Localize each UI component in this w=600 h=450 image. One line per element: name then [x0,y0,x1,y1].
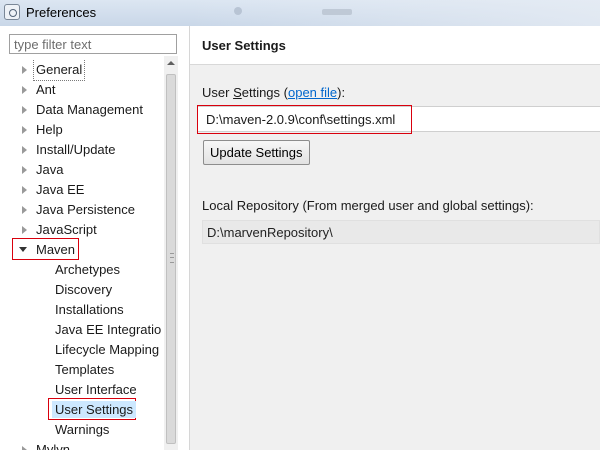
tree-item-installations[interactable]: Installations [8,300,158,320]
tree-item-label: Mylyn [36,442,70,450]
tree-item-label: Java [36,162,64,177]
scroll-up-arrow-icon[interactable] [164,56,178,70]
tree-scrollbar[interactable] [164,56,178,450]
preferences-tree-pane: General Ant Data Management Help Install… [0,26,190,450]
title-bar-background [190,0,600,26]
tree-item-install-update[interactable]: Install/Update [8,140,158,160]
collapse-arrow-icon[interactable] [19,247,27,252]
tree-item-label: Ant [36,82,56,97]
tree-item-label: Java EE Integration [55,322,162,337]
tree-item-label: Install/Update [36,142,116,157]
tree-item-label: User Interface [55,382,137,397]
window-title: Preferences [26,5,97,20]
tree-item-label: General [32,60,86,81]
settings-page: User Settings User Settings (open file):… [190,26,600,450]
preferences-tree: General Ant Data Management Help Install… [8,60,162,450]
tree-item-user-settings[interactable]: User Settings [48,398,137,420]
tree-item-label: Templates [55,362,115,377]
tree-item-general[interactable]: General [8,60,158,81]
tree-item-archetypes[interactable]: Archetypes [8,260,158,280]
expand-arrow-icon[interactable] [22,126,27,134]
tree-item-warnings[interactable]: Warnings [8,420,158,440]
page-title: User Settings [202,38,286,53]
tree-item-label: Java Persistence [36,202,135,217]
expand-arrow-icon[interactable] [22,186,27,194]
title-bar: Preferences [0,0,600,27]
expand-arrow-icon[interactable] [22,226,27,234]
tree-item-java-ee-integration[interactable]: Java EE Integration [8,320,162,340]
expand-arrow-icon[interactable] [22,146,27,154]
grip-icon [170,253,174,263]
expand-arrow-icon[interactable] [22,106,27,114]
local-repository-field: D:\marvenRepository\ [202,220,600,244]
tree-item-templates[interactable]: Templates [8,360,158,380]
background-blur-icon [234,7,242,15]
tree-item-javascript[interactable]: JavaScript [8,220,158,240]
background-blur-text [322,9,352,15]
tree-item-label: Discovery [55,282,113,297]
tree-item-user-interface[interactable]: User Interface [8,380,158,400]
expand-arrow-icon[interactable] [22,86,27,94]
tree-item-ant[interactable]: Ant [8,80,158,100]
update-settings-button[interactable]: Update Settings [203,140,310,165]
tree-item-data-management[interactable]: Data Management [8,100,158,120]
local-repository-value: D:\marvenRepository\ [207,225,333,240]
expand-arrow-icon[interactable] [22,446,27,450]
tree-item-discovery[interactable]: Discovery [8,280,158,300]
tree-item-help[interactable]: Help [8,120,158,140]
preferences-gear-icon [4,4,20,20]
tree-item-java-ee[interactable]: Java EE [8,180,158,200]
tree-item-mylyn[interactable]: Mylyn [8,440,158,450]
tree-item-label: Archetypes [55,262,121,277]
tree-item-label: JavaScript [36,222,97,237]
expand-arrow-icon[interactable] [22,66,27,74]
tree-item-label: Warnings [55,422,110,437]
tree-item-label: Data Management [36,102,143,117]
page-header: User Settings [190,26,600,65]
user-settings-path-field[interactable]: D:\maven-2.0.9\conf\settings.xml [197,106,600,132]
user-settings-path-value: D:\maven-2.0.9\conf\settings.xml [206,112,396,127]
tree-item-label: Java EE [36,182,85,197]
tree-item-label: Maven [36,242,76,257]
local-repository-label: Local Repository (From merged user and g… [202,198,534,213]
scrollbar-thumb[interactable] [166,74,176,444]
tree-item-maven[interactable]: Maven [12,238,79,260]
tree-item-label: Help [36,122,63,137]
open-file-link[interactable]: open file [288,85,337,100]
expand-arrow-icon[interactable] [22,166,27,174]
tree-item-label: Lifecycle Mapping [55,342,160,357]
expand-arrow-icon[interactable] [22,206,27,214]
filter-input[interactable] [9,34,177,54]
tree-item-java[interactable]: Java [8,160,158,180]
tree-item-lifecycle-mapping[interactable]: Lifecycle Mapping [8,340,162,360]
user-settings-label: User Settings (open file): [202,85,346,100]
tree-item-label: Installations [55,302,124,317]
tree-item-label: User Settings [52,401,137,418]
tree-item-java-persistence[interactable]: Java Persistence [8,200,158,220]
